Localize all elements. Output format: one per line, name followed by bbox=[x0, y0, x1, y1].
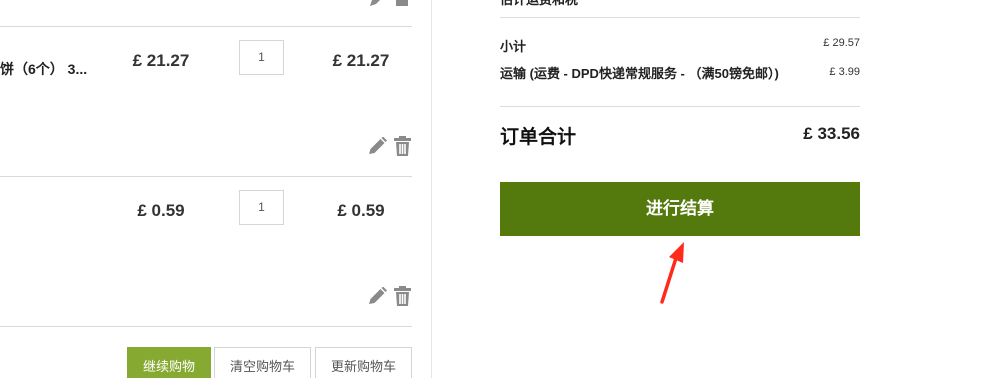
row-divider bbox=[0, 176, 412, 177]
cart-panel: 饼（6个） 3... £ 21.27 1 £ 21.27 £ 0.59 1 £ … bbox=[0, 0, 432, 378]
item-subtotal: £ 21.27 bbox=[332, 51, 390, 70]
item-name[interactable]: 饼（6个） 3... bbox=[0, 59, 87, 79]
estimate-shipping-link[interactable]: 估计运费和税 bbox=[500, 0, 578, 8]
summary-divider bbox=[500, 106, 860, 107]
checkout-button[interactable]: 进行结算 bbox=[500, 182, 860, 236]
order-summary: 估计运费和税 小计 £ 29.57 运输 (运费 - DPD快递常规服务 - （… bbox=[500, 0, 860, 378]
order-total-label: 订单合计 bbox=[500, 127, 577, 148]
order-total-value: £ 33.56 bbox=[803, 124, 860, 143]
shipping-label: 运输 (运费 - DPD快递常规服务 - （满50镑免邮）) bbox=[500, 66, 779, 81]
annotation-arrow-icon bbox=[660, 242, 684, 304]
update-cart-button[interactable]: 更新购物车 bbox=[315, 347, 412, 378]
trash-icon[interactable] bbox=[394, 286, 411, 306]
quantity-input[interactable]: 1 bbox=[239, 40, 284, 75]
subtotal-label: 小计 bbox=[500, 39, 527, 54]
continue-shopping-button[interactable]: 继续购物 bbox=[127, 347, 211, 378]
item-subtotal: £ 0.59 bbox=[337, 201, 385, 220]
pencil-icon[interactable] bbox=[368, 287, 387, 305]
quantity-input[interactable]: 1 bbox=[239, 190, 284, 225]
summary-divider bbox=[500, 17, 860, 18]
trash-icon[interactable] bbox=[394, 136, 411, 156]
pencil-icon[interactable] bbox=[368, 137, 387, 155]
pencil-icon[interactable] bbox=[368, 0, 386, 6]
trash-icon[interactable] bbox=[394, 0, 410, 6]
item-price: £ 0.59 bbox=[137, 201, 185, 220]
item-price: £ 21.27 bbox=[132, 51, 190, 70]
clear-cart-button[interactable]: 清空购物车 bbox=[214, 347, 311, 378]
shipping-value: £ 3.99 bbox=[829, 66, 860, 78]
row-divider bbox=[0, 26, 412, 27]
subtotal-value: £ 29.57 bbox=[823, 37, 860, 49]
row-divider bbox=[0, 326, 412, 327]
